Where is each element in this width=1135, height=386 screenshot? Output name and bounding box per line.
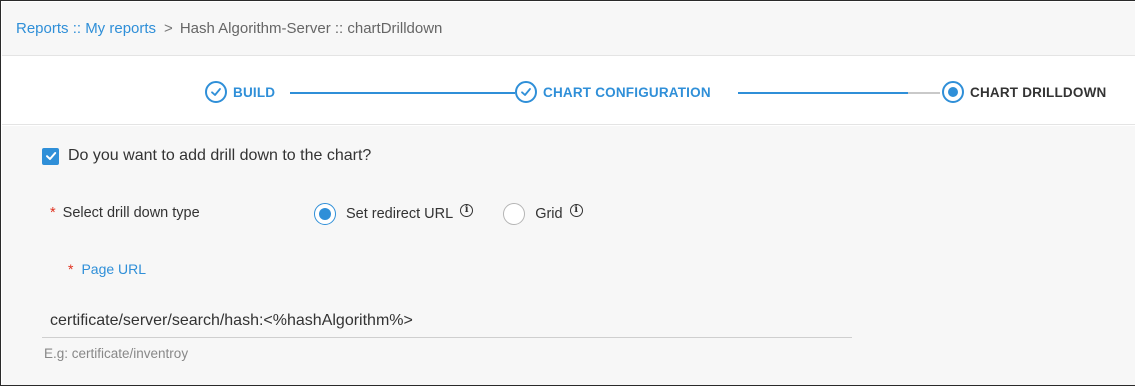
option-set-redirect-url[interactable]: Set redirect URL i <box>314 203 474 225</box>
checkmark-icon <box>45 152 56 160</box>
breadcrumb: Reports :: My reports > Hash Algorithm-S… <box>2 2 1135 56</box>
drilldown-type-radio-group: Set redirect URL i Grid i <box>314 203 583 225</box>
wizard-stepper: BUILD CHART CONFIGURATION CHART DRILLDOW… <box>2 57 1135 125</box>
info-icon[interactable]: i <box>460 203 474 217</box>
radio-set-redirect-url[interactable] <box>314 203 336 225</box>
check-circle-icon <box>205 81 227 103</box>
drilldown-checkbox-row: Do you want to add drill down to the cha… <box>42 147 371 165</box>
step-connector <box>290 92 515 94</box>
step-connector <box>738 92 908 94</box>
step-connector <box>908 92 940 94</box>
check-circle-icon <box>515 81 537 103</box>
page-url-label: * Page URL <box>68 261 146 277</box>
breadcrumb-separator: > <box>164 20 173 37</box>
step-build-label: BUILD <box>233 84 276 100</box>
breadcrumb-link-my-reports[interactable]: Reports :: My reports <box>16 20 156 37</box>
drilldown-checkbox-label: Do you want to add drill down to the cha… <box>68 147 372 164</box>
step-chart-drilldown-label: CHART DRILLDOWN <box>970 84 1107 100</box>
required-marker: * <box>50 205 56 221</box>
page-url-input[interactable] <box>42 304 852 338</box>
option-grid-label: Grid <box>535 206 563 222</box>
step-chart-configuration-label: CHART CONFIGURATION <box>543 84 711 100</box>
page-url-hint: E.g: certificate/inventroy <box>44 346 189 361</box>
option-set-redirect-url-label: Set redirect URL <box>346 206 454 222</box>
page-url-label-text: Page URL <box>81 261 147 277</box>
drilldown-checkbox[interactable] <box>42 147 59 165</box>
required-marker: * <box>68 261 74 277</box>
option-grid[interactable]: Grid i <box>503 203 583 225</box>
drilldown-type-label: Select drill down type <box>62 205 200 221</box>
step-build[interactable]: BUILD <box>205 81 275 103</box>
radio-grid[interactable] <box>503 203 526 225</box>
breadcrumb-current: Hash Algorithm-Server :: chartDrilldown <box>179 20 443 37</box>
drilldown-form: Do you want to add drill down to the cha… <box>2 126 1135 385</box>
drilldown-type-field: * Select drill down type <box>50 205 200 221</box>
radio-dot-icon <box>942 81 964 103</box>
step-chart-drilldown[interactable]: CHART DRILLDOWN <box>942 81 1106 103</box>
info-icon[interactable]: i <box>569 203 583 217</box>
step-chart-configuration[interactable]: CHART CONFIGURATION <box>515 81 711 103</box>
report-wizard-window: Reports :: My reports > Hash Algorithm-S… <box>0 0 1135 386</box>
